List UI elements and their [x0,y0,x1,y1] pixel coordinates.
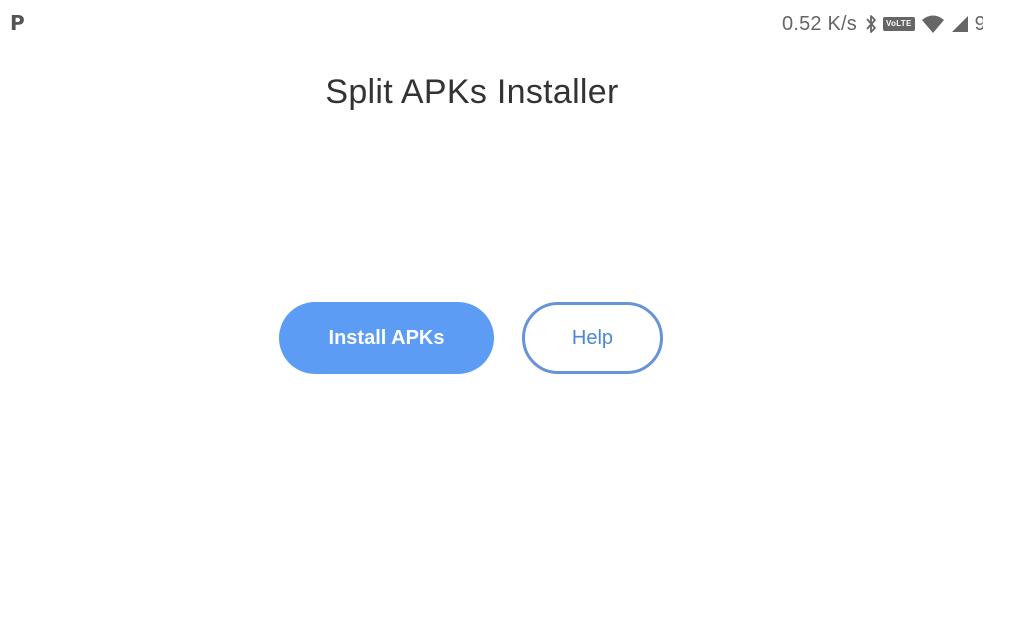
signal-icon [951,15,969,33]
install-apks-label: Install APKs [328,326,445,349]
app-notification-icon: P [10,11,25,35]
bluetooth-icon [865,14,877,34]
app-screen: P 0.52 K/s VoLTE 9 Split APKs Installer … [0,0,1020,630]
install-apks-button[interactable]: Install APKs [279,302,494,374]
volte-icon: VoLTE [882,17,915,31]
wifi-icon [921,14,945,34]
volte-label: VoLTE [882,17,915,31]
battery-level: 9 [974,12,983,35]
help-label: Help [571,326,614,349]
network-speed: 0.52 K/s [782,12,857,35]
help-button[interactable]: Help [522,302,663,374]
status-bar: P 0.52 K/s VoLTE 9 [0,0,1020,48]
page-title: Split APKs Installer [325,73,619,111]
status-icons: 0.52 K/s VoLTE 9 [782,11,983,37]
